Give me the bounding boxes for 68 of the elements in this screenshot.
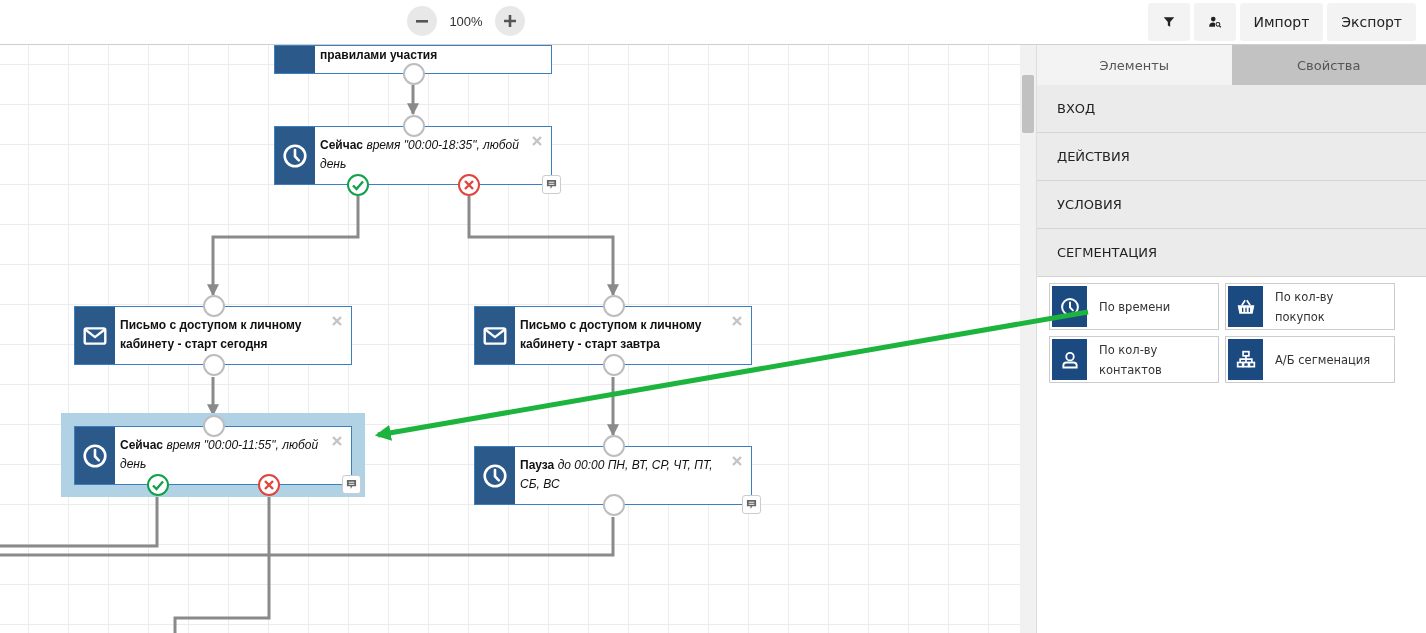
panel-tab[interactable]: Элементы <box>1037 45 1232 85</box>
zoom-in-button[interactable] <box>495 6 525 36</box>
no-port[interactable] <box>458 174 480 196</box>
node-label: Письмо с доступом к личному кабинету - старт сегодня <box>120 317 303 353</box>
element-label: По кол-ву контактов <box>1099 341 1163 379</box>
comment-icon <box>346 479 357 490</box>
element-card[interactable]: По кол-ву контактов <box>1049 336 1219 383</box>
element-card[interactable]: По кол-ву покупок <box>1225 283 1395 330</box>
connector-arrow <box>607 377 619 437</box>
user-search-button[interactable] <box>1193 3 1236 41</box>
element-label: А/Б сегменация <box>1275 351 1371 369</box>
workflow-node[interactable]: Сейчас время "00:00-18:35", любой день <box>274 126 552 185</box>
cross-icon <box>263 479 275 491</box>
check-icon <box>351 178 365 192</box>
clock-icon <box>482 462 508 489</box>
input-port[interactable] <box>402 115 425 137</box>
clock-icon <box>82 442 108 469</box>
element-card[interactable]: А/Б сегменация <box>1225 336 1395 383</box>
node-label: Пауза до 00:00 ПН, ВТ, СР, ЧТ, ПТ, СБ, ВС <box>520 457 714 493</box>
workflow-node[interactable]: правилами участия <box>274 45 552 74</box>
scrollbar-track[interactable] <box>1020 45 1037 633</box>
close-icon[interactable] <box>332 316 342 326</box>
clock-icon <box>1059 296 1080 317</box>
zoom-out-button[interactable] <box>407 6 437 36</box>
clock-icon <box>282 142 308 169</box>
input-port[interactable] <box>202 295 225 317</box>
node-label: правилами участия <box>320 47 438 63</box>
close-icon[interactable] <box>732 316 742 326</box>
scrollbar-thumb[interactable] <box>1022 75 1034 133</box>
node-label: Сейчас время "00:00-11:55", любой день <box>120 437 320 473</box>
toolbar-button[interactable]: Импорт <box>1239 3 1324 41</box>
node-label: Сейчас время "00:00-18:35", любой день <box>320 137 520 173</box>
check-icon <box>151 478 165 492</box>
section-header[interactable]: УСЛОВИЯ <box>1037 181 1426 229</box>
zoom-level: 100% <box>448 13 484 29</box>
close-icon[interactable] <box>332 436 342 446</box>
filter-icon <box>1161 15 1176 29</box>
close-icon[interactable] <box>532 136 542 146</box>
hierarchy-icon <box>1235 349 1256 370</box>
workflow-node[interactable]: Письмо с доступом к личному кабинету - старт завтра <box>474 306 752 365</box>
cross-icon <box>463 179 475 191</box>
element-label: По кол-ву покупок <box>1275 288 1335 326</box>
comment-button[interactable] <box>342 475 361 494</box>
element-card[interactable]: По времени <box>1049 283 1219 330</box>
toolbar-button[interactable]: Экспорт <box>1327 3 1416 41</box>
workflow-node[interactable]: Письмо с доступом к личному кабинету - старт сегодня <box>74 306 352 365</box>
plus-icon <box>504 15 516 27</box>
icon-block <box>275 46 315 73</box>
comment-button[interactable] <box>742 495 761 514</box>
close-icon[interactable] <box>732 456 742 466</box>
workflow-node[interactable]: Пауза до 00:00 ПН, ВТ, СР, ЧТ, ПТ, СБ, ВС <box>474 446 752 505</box>
person-icon <box>1059 349 1080 370</box>
comment-icon <box>546 179 557 190</box>
yes-port[interactable] <box>347 174 369 196</box>
section-header[interactable]: ВХОД <box>1037 85 1426 133</box>
input-port[interactable] <box>602 295 625 317</box>
workflow-node[interactable]: Сейчас время "00:00-11:55", любой день <box>74 426 352 485</box>
element-label: По времени <box>1099 298 1171 316</box>
comment-button[interactable] <box>542 175 561 194</box>
node-label: Письмо с доступом к личному кабинету - старт завтра <box>520 317 703 353</box>
connector-arrow <box>407 85 419 116</box>
section-header[interactable]: ДЕЙСТВИЯ <box>1037 133 1426 181</box>
user-search-icon <box>1207 15 1222 29</box>
filter-button[interactable] <box>1147 3 1190 41</box>
input-port[interactable] <box>602 435 625 457</box>
comment-icon <box>746 499 757 510</box>
section-header[interactable]: СЕГМЕНТАЦИЯ <box>1037 229 1426 277</box>
panel-tab[interactable]: Свойства <box>1231 45 1426 85</box>
